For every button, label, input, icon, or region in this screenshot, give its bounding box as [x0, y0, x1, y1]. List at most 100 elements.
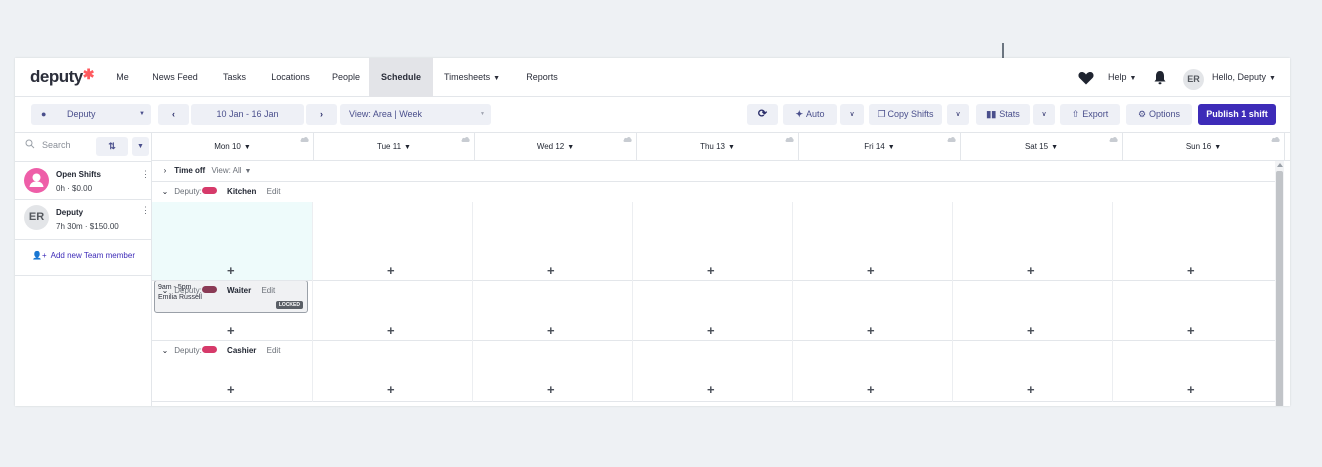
- deputy-logo[interactable]: deputy✱: [30, 66, 94, 87]
- add-shift-button[interactable]: +: [1027, 263, 1035, 278]
- add-shift-button[interactable]: +: [547, 263, 555, 278]
- add-shift-button[interactable]: +: [1027, 382, 1035, 397]
- add-shift-button[interactable]: +: [1187, 263, 1195, 278]
- area-edit-link[interactable]: Edit: [267, 346, 281, 355]
- add-shift-button[interactable]: +: [387, 263, 395, 278]
- day-header-mon[interactable]: Mon 10 ▼: [152, 133, 314, 161]
- column-line: [632, 202, 633, 402]
- add-shift-button[interactable]: +: [707, 323, 715, 338]
- chevron-down-icon[interactable]: ⌄: [158, 341, 172, 361]
- cloud-icon: [461, 137, 470, 142]
- column-line: [312, 202, 313, 402]
- add-shift-button[interactable]: +: [387, 323, 395, 338]
- area-edit-link[interactable]: Edit: [261, 286, 275, 295]
- add-shift-button[interactable]: +: [387, 382, 395, 397]
- member-row-open-shifts[interactable]: Open Shifts 0h · $0.00 ⋮: [15, 161, 152, 199]
- chevron-right-icon[interactable]: ›: [158, 161, 172, 181]
- member-sidebar: Search ⇅ ▼ Open Shifts 0h · $0.00 ⋮ ER D…: [15, 133, 152, 406]
- day-header-wed[interactable]: Wed 12 ▼: [475, 133, 637, 161]
- date-range[interactable]: 10 Jan - 16 Jan: [191, 104, 304, 125]
- sidebar-divider: [15, 275, 152, 276]
- add-shift-button[interactable]: +: [867, 263, 875, 278]
- add-shift-button[interactable]: +: [707, 263, 715, 278]
- chevron-down-icon[interactable]: ⌄: [158, 281, 172, 301]
- sort-icon: ⇅: [108, 141, 116, 151]
- day-header-sat[interactable]: Sat 15 ▼: [961, 133, 1123, 161]
- cloud-icon: [300, 137, 309, 142]
- area-prefix: Deputy:: [174, 187, 202, 196]
- options-button[interactable]: ⚙ Options: [1126, 104, 1192, 125]
- copy-dropdown[interactable]: ∨: [947, 104, 969, 125]
- add-member-button[interactable]: 👤+ Add new Team member: [32, 251, 135, 260]
- area-edit-link[interactable]: Edit: [267, 187, 281, 196]
- export-button[interactable]: ⇧ Export: [1060, 104, 1120, 125]
- cloud-icon: [947, 137, 956, 142]
- day-label: Thu 13: [700, 142, 725, 151]
- options-label: Options: [1149, 109, 1181, 119]
- day-header-sun[interactable]: Sun 16 ▼: [1123, 133, 1285, 161]
- add-shift-button[interactable]: +: [227, 382, 235, 397]
- nav-me[interactable]: Me: [109, 58, 136, 97]
- chevron-down-icon: ▼: [493, 75, 501, 82]
- add-shift-button[interactable]: +: [867, 323, 875, 338]
- next-week-button[interactable]: ›: [306, 104, 337, 125]
- chevron-down-icon[interactable]: ⌄: [158, 182, 172, 202]
- nav-reports[interactable]: Reports: [520, 58, 564, 97]
- stats-dropdown[interactable]: ∨: [1033, 104, 1055, 125]
- add-member-label: Add new Team member: [50, 251, 135, 260]
- user-menu[interactable]: Hello, Deputy ▼: [1212, 58, 1276, 97]
- add-shift-button[interactable]: +: [707, 382, 715, 397]
- chevron-down-icon: ▼: [1051, 144, 1059, 151]
- vertical-scrollbar[interactable]: [1275, 161, 1284, 406]
- add-shift-button[interactable]: +: [547, 382, 555, 397]
- stats-button[interactable]: ▮▮ Stats: [976, 104, 1030, 125]
- view-select[interactable]: View: Area | Week ▼: [340, 104, 491, 125]
- day-header-fri[interactable]: Fri 14 ▼: [799, 133, 961, 161]
- add-shift-button[interactable]: +: [1187, 323, 1195, 338]
- scroll-up-icon[interactable]: [1277, 163, 1283, 167]
- nav-news-feed[interactable]: News Feed: [148, 58, 202, 97]
- more-icon[interactable]: ⋮: [141, 205, 150, 216]
- day-label: Wed 12: [536, 142, 565, 151]
- publish-button[interactable]: Publish 1 shift: [1198, 104, 1276, 125]
- heart-icon[interactable]: [1078, 71, 1094, 85]
- sort-button[interactable]: ⇅: [96, 137, 128, 156]
- add-shift-button[interactable]: +: [547, 323, 555, 338]
- member-row-deputy[interactable]: ER Deputy 7h 30m · $150.00 ⋮: [15, 199, 152, 239]
- add-shift-button[interactable]: +: [227, 323, 235, 338]
- column-line: [472, 202, 473, 402]
- day-label: Mon 10: [214, 142, 241, 151]
- bell-icon[interactable]: [1154, 70, 1166, 85]
- time-off-view-select[interactable]: View: All ▼: [211, 166, 251, 175]
- add-shift-button[interactable]: +: [867, 382, 875, 397]
- cloud-icon: [1271, 137, 1280, 142]
- avatar: ER: [24, 205, 49, 230]
- more-icon[interactable]: ⋮: [141, 169, 150, 180]
- area-name: Kitchen: [227, 187, 257, 196]
- add-shift-button[interactable]: +: [1187, 382, 1195, 397]
- prev-week-button[interactable]: ‹: [158, 104, 189, 125]
- copy-shifts-button[interactable]: ❐ Copy Shifts: [869, 104, 942, 125]
- add-shift-button[interactable]: +: [1027, 323, 1035, 338]
- nav-timesheets[interactable]: Timesheets ▼: [440, 58, 504, 97]
- area-prefix: Deputy:: [174, 286, 202, 295]
- add-shift-button[interactable]: +: [227, 263, 235, 278]
- auto-dropdown[interactable]: ∨: [840, 104, 864, 125]
- location-select[interactable]: ● Deputy ▼: [31, 104, 151, 125]
- nav-people[interactable]: People: [328, 58, 364, 97]
- location-label: Deputy: [67, 109, 96, 119]
- help-menu[interactable]: Help ▼: [1108, 58, 1136, 97]
- nav-schedule[interactable]: Schedule: [369, 58, 433, 97]
- sort-dropdown[interactable]: ▼: [132, 137, 149, 156]
- nav-locations[interactable]: Locations: [266, 58, 315, 97]
- refresh-button[interactable]: ⟳: [747, 104, 778, 125]
- chevron-down-icon: ▼: [567, 144, 575, 151]
- nav-tasks[interactable]: Tasks: [218, 58, 251, 97]
- scroll-thumb[interactable]: [1276, 171, 1283, 406]
- chevron-down-icon: ▼: [887, 144, 895, 151]
- chevron-down-icon: ▼: [243, 144, 251, 151]
- day-header-tue[interactable]: Tue 11 ▼: [314, 133, 475, 161]
- day-header-thu[interactable]: Thu 13 ▼: [637, 133, 799, 161]
- auto-button[interactable]: ✦ Auto: [783, 104, 837, 125]
- avatar[interactable]: ER: [1183, 69, 1204, 90]
